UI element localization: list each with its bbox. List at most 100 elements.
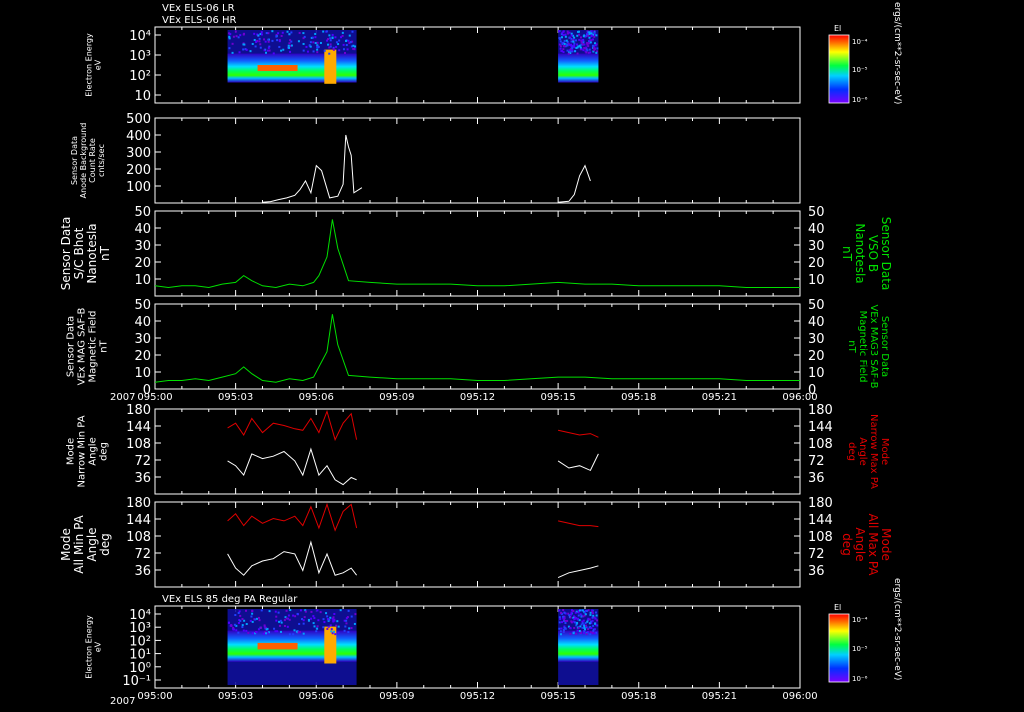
spectrogram-speckle	[245, 629, 248, 632]
spectrogram-speckle	[325, 612, 328, 615]
y-tick-label: 100	[126, 180, 151, 195]
y-axis-label: nT	[98, 245, 112, 261]
spectrogram-speckle	[343, 629, 346, 632]
spectrogram-speckle	[569, 632, 572, 635]
spectrogram-speckle	[563, 45, 566, 48]
spectrogram-speckle	[560, 627, 563, 630]
y-axis-label: Sensor Data	[70, 136, 79, 185]
spectrogram-speckle	[344, 51, 347, 54]
spectrogram-speckle	[577, 614, 580, 617]
spectrogram-speckle	[279, 619, 282, 622]
y-axis-label: Magnetic Field	[88, 310, 99, 382]
spectrogram-speckle	[257, 628, 260, 631]
spectrogram-speckle	[588, 39, 591, 42]
spectrogram-speckle	[351, 30, 354, 33]
y-axis-label: Sensor Data	[59, 217, 73, 291]
spectrogram-speckle	[265, 632, 268, 635]
spectrogram-speckle	[576, 629, 579, 632]
spectrogram-hot	[257, 642, 298, 650]
spectrogram-speckle	[578, 609, 581, 612]
spectrogram-speckle	[575, 632, 578, 635]
spectrogram-speckle	[317, 619, 320, 622]
spectrogram-speckle	[289, 50, 292, 53]
y-tick-label-right: 30	[808, 239, 825, 254]
x-tick-label: 095:12	[460, 392, 495, 403]
series-line	[227, 502, 358, 532]
spectrogram-speckle	[294, 615, 297, 618]
spectrogram-speckle	[237, 621, 240, 624]
spectrogram-speckle	[558, 627, 561, 630]
spectrogram-speckle	[254, 45, 257, 48]
spectrogram-speckle	[251, 632, 254, 635]
spectrogram-speckle	[339, 609, 342, 612]
spectrogram-speckle	[277, 611, 280, 614]
spectrogram-speckle	[314, 32, 317, 35]
y-axis-label: cnts/sec	[97, 144, 106, 177]
y-axis-label: deg	[98, 533, 112, 556]
spectrogram-speckle	[313, 617, 316, 620]
spectrogram-speckle	[297, 40, 300, 43]
spectrogram-speckle	[255, 631, 258, 634]
x-tick-label: 095:03	[218, 392, 253, 403]
spectrogram-speckle	[319, 41, 322, 44]
spectrogram-speckle	[570, 40, 573, 43]
series-line	[227, 447, 357, 486]
spectrogram-speckle	[281, 31, 284, 34]
spectrogram-speckle	[577, 30, 580, 33]
right-axis-label: Mode	[879, 528, 893, 561]
series-line	[557, 453, 599, 472]
spectrogram-speckle	[558, 621, 561, 624]
panel-frame	[154, 408, 801, 495]
spectrogram-speckle	[268, 49, 271, 52]
spectrogram-speckle	[253, 32, 256, 35]
spectrogram-speckle	[589, 41, 592, 44]
spectrogram-speckle	[283, 624, 286, 627]
y-axis-label: deg	[99, 442, 110, 461]
spectrogram-speckle	[347, 631, 350, 634]
spectrogram-speckle	[578, 33, 581, 36]
spectrogram-speckle	[266, 49, 269, 52]
series-line	[557, 520, 599, 528]
spectrogram-speckle	[314, 36, 317, 39]
right-axis-label: VSO B	[866, 235, 880, 272]
spectrogram-speckle	[302, 622, 305, 625]
panel-1: 10⁴ 10³ 10² 10 Electron Energy eV	[85, 26, 801, 104]
spectrogram-speckle	[316, 609, 319, 612]
y-tick-label-right: 50	[808, 298, 825, 313]
spectrogram-speckle	[290, 44, 293, 47]
panel-5: 180 180144 144108 10872 7236 36Mode Narrow Min…	[66, 403, 890, 495]
x-tick-label: 095:00	[137, 691, 172, 702]
spectrogram-speckle	[350, 627, 353, 630]
spectrogram-speckle	[570, 611, 573, 614]
spectrogram-speckle	[571, 49, 574, 52]
spectrogram-speckle	[559, 45, 562, 48]
spectrogram-speckle	[297, 631, 300, 634]
spectrogram-speckle	[566, 49, 569, 52]
spectrogram-speckle	[581, 39, 584, 42]
spectrogram-speckle	[327, 625, 330, 628]
spectrogram-speckle	[333, 612, 336, 615]
spectrogram-speckle	[558, 43, 561, 46]
spectrogram-speckle	[571, 47, 574, 50]
spectrogram-speckle	[260, 609, 263, 612]
spectrogram-speckle	[579, 625, 582, 628]
spectrogram-speckle	[350, 615, 353, 618]
spectrogram-speckle	[255, 40, 258, 43]
spectrogram-speckle	[590, 30, 593, 33]
x-tick-label: 096:00	[782, 691, 817, 702]
y-tick-label: 108	[126, 437, 151, 452]
y-tick-label: 144	[126, 420, 151, 435]
spectrogram-speckle	[333, 630, 336, 633]
colorbar-units-top: ergs/(cm**2-sr-sec-eV)	[892, 2, 902, 104]
spectrogram-speckle	[591, 610, 594, 613]
spectrogram-speckle	[327, 38, 330, 41]
spectrogram-speckle	[569, 627, 572, 630]
y-tick-label-right: 72	[808, 454, 825, 469]
series-line	[154, 314, 800, 383]
spectrogram-speckle	[305, 45, 308, 48]
y-axis-label: S/C Bhot	[72, 227, 86, 279]
right-axis-label: Angle	[857, 437, 868, 465]
spectrogram-speckle	[596, 47, 599, 50]
x-tick-label: 095:21	[702, 392, 737, 403]
spectrogram-hot	[324, 49, 337, 84]
